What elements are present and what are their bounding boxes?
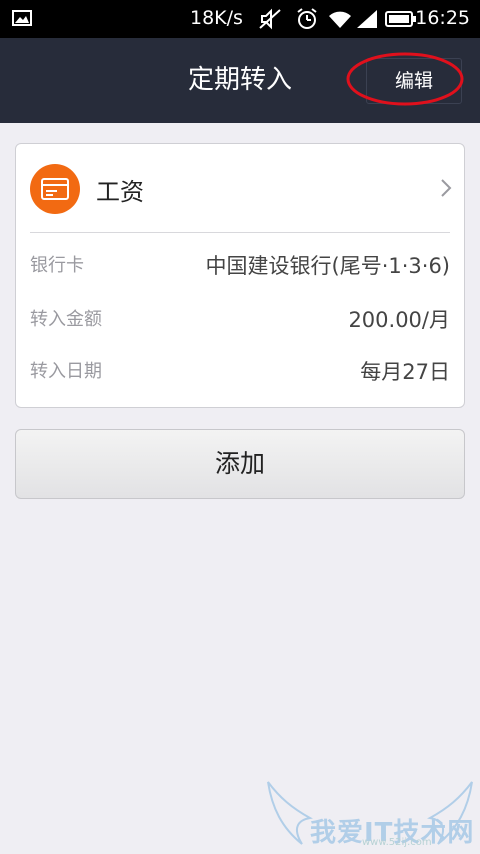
chevron-right-icon [441, 179, 452, 197]
card-header[interactable]: 工资 [16, 144, 464, 232]
network-speed: 18K/s [190, 7, 243, 29]
edit-button[interactable]: 编辑 [366, 58, 462, 104]
bank-card-label: 银行卡 [30, 255, 84, 276]
transfer-card: 工资 银行卡 中国建设银行(尾号·1·3·6) 转入金额 200.00/月 转入… [15, 143, 465, 408]
signal-icon [357, 10, 377, 28]
card-icon [30, 164, 80, 214]
amount-value: 200.00/月 [348, 308, 450, 332]
status-bar: 18K/s 16:25 [0, 0, 480, 38]
date-label: 转入日期 [30, 361, 102, 382]
date-row: 转入日期 每月27日 [16, 352, 464, 392]
divider [30, 232, 450, 233]
mute-icon [259, 8, 281, 30]
watermark-url: www.52ij.com [362, 837, 432, 848]
watermark: 我爱IT技术网 www.52ij.com [262, 778, 478, 850]
amount-row: 转入金额 200.00/月 [16, 300, 464, 340]
alarm-icon [297, 8, 317, 29]
nav-header: 定期转入 编辑 [0, 38, 480, 123]
wifi-icon [329, 11, 351, 28]
gallery-icon [12, 10, 32, 26]
bank-card-row: 银行卡 中国建设银行(尾号·1·3·6) [16, 246, 464, 286]
clock: 16:25 [415, 7, 470, 29]
date-value: 每月27日 [360, 360, 450, 384]
battery-icon [385, 11, 416, 27]
card-title: 工资 [96, 178, 144, 206]
add-button[interactable]: 添加 [15, 429, 465, 499]
bank-card-value: 中国建设银行(尾号·1·3·6) [205, 254, 451, 278]
amount-label: 转入金额 [30, 309, 102, 330]
